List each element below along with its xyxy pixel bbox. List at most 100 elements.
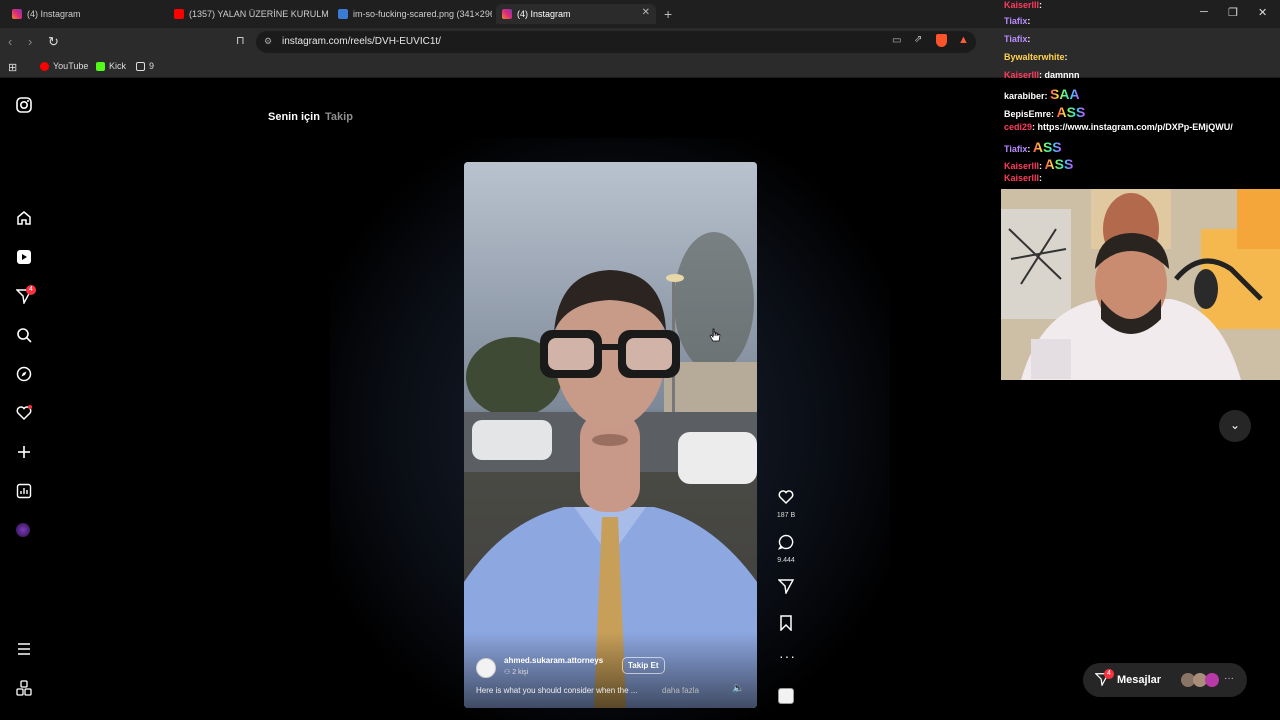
chat-message: Kaiserlll: — [1004, 173, 1042, 183]
like-button[interactable]: 187 B — [776, 489, 796, 519]
tab-instagram-active[interactable]: (4) Instagram ✕ — [496, 4, 656, 24]
bookmark-youtube[interactable]: YouTube — [40, 61, 88, 71]
kick-icon — [96, 61, 105, 71]
messages-badge: 4 — [1104, 669, 1114, 679]
chat-message: cedi29: https://www.instagram.com/p/DXPp… — [1004, 122, 1233, 132]
image-icon — [338, 9, 348, 19]
chevron-down-icon: ⌄ — [1229, 418, 1241, 432]
streamer-webcam — [1001, 189, 1280, 380]
youtube-icon — [40, 61, 49, 71]
bookmark-label: Kick — [109, 61, 127, 71]
brave-shield-icon[interactable] — [936, 34, 947, 47]
create-icon[interactable] — [16, 444, 32, 460]
heart-icon — [778, 490, 794, 505]
tab-youtube[interactable]: (1357) YALAN ÜZERİNE KURULMUŞ — [168, 4, 328, 24]
chat-message: Tiafix: ASS — [1004, 139, 1062, 155]
reel-video[interactable]: ahmed.sukaram.attorneys ⚇ 2 kişi Takip E… — [464, 162, 757, 708]
chat-message: Tiafix: — [1004, 34, 1030, 44]
tab-following[interactable]: Takip — [325, 111, 353, 123]
tab-instagram-1[interactable]: (4) Instagram — [6, 4, 166, 24]
audio-thumbnail[interactable] — [778, 688, 794, 704]
tab-label: (4) Instagram — [27, 9, 81, 19]
follow-button[interactable]: Takip Et — [622, 657, 665, 674]
chat-username: karabiber — [1004, 91, 1045, 101]
forward-icon[interactable]: › — [28, 34, 32, 49]
folder-icon — [136, 61, 145, 71]
comment-button[interactable]: 9.444 — [776, 534, 796, 564]
chat-username: cedi29 — [1004, 122, 1033, 132]
chat-message: Kaiserlll: — [1004, 0, 1042, 10]
tab-for-you[interactable]: Senin için — [268, 111, 320, 123]
share-icon[interactable] — [778, 578, 794, 594]
save-icon[interactable] — [779, 615, 793, 631]
volume-icon[interactable]: 🔈 — [732, 683, 744, 694]
chat-separator: : — [1027, 34, 1031, 44]
tab-gif[interactable]: im-so-fucking-scared.png (341×296) — [332, 4, 492, 24]
chat-username: Kaiserlll — [1004, 0, 1040, 10]
bookmark-kick[interactable]: Kick — [96, 61, 126, 71]
bookmark-icon[interactable]: ⊓ — [236, 34, 245, 47]
chat-message: Kaiserlll: ASS — [1004, 156, 1073, 172]
apps-icon[interactable]: ⊞ — [8, 61, 17, 74]
instagram-icon — [12, 9, 22, 19]
chat-separator: : — [1039, 173, 1043, 183]
chat-message: Bywalterwhite: — [1004, 52, 1068, 62]
install-icon[interactable]: ▭ — [892, 35, 901, 46]
author-avatar[interactable] — [476, 658, 496, 678]
chat-username: Tiafix — [1004, 16, 1028, 26]
instagram-logo-icon[interactable] — [16, 97, 32, 113]
chat-separator: : — [1064, 52, 1068, 62]
reels-icon[interactable] — [16, 249, 32, 265]
webcam-frame — [1001, 189, 1280, 380]
chat-message: karabiber: SAA — [1004, 86, 1080, 102]
search-icon[interactable] — [16, 327, 32, 343]
also-from-meta-icon[interactable] — [16, 680, 32, 696]
next-reel-button[interactable]: ⌄ — [1219, 410, 1251, 442]
chat-username: Kaiserlll — [1004, 70, 1040, 80]
avatar — [1205, 673, 1219, 687]
reload-icon[interactable]: ↻ — [48, 34, 59, 50]
more-icon: ··· — [1224, 673, 1234, 684]
site-settings-icon[interactable]: ⚙ — [264, 36, 272, 47]
comment-icon — [777, 534, 794, 550]
reel-video-frame — [464, 162, 757, 708]
comment-count: 9.444 — [777, 557, 795, 564]
more-link[interactable]: daha fazla — [662, 686, 699, 695]
heart-icon[interactable] — [16, 405, 32, 421]
explore-icon[interactable] — [16, 366, 32, 382]
reel-caption: Here is what you should consider when th… — [476, 686, 638, 695]
notification-badge: 4 — [26, 285, 36, 295]
tab-label: im-so-fucking-scared.png (341×296) — [353, 9, 492, 19]
chat-username: Tiafix — [1004, 34, 1028, 44]
bookmark-folder[interactable]: 9 — [136, 61, 154, 71]
more-options-icon[interactable]: ··· — [779, 648, 796, 664]
new-tab-button[interactable]: + — [664, 6, 672, 22]
chat-text: https://www.instagram.com/p/DXPp-EMjQWU/ — [1037, 122, 1233, 132]
share-icon[interactable]: ⇗ — [914, 34, 922, 45]
profile-avatar-icon[interactable] — [16, 523, 30, 537]
followers-text: 2 kişi — [512, 669, 529, 676]
tab-label: (1357) YALAN ÜZERİNE KURULMUŞ — [189, 9, 328, 19]
brave-rewards-icon[interactable]: ▲ — [958, 34, 969, 46]
author-username[interactable]: ahmed.sukaram.attorneys — [504, 656, 603, 665]
address-bar[interactable]: ⚙ instagram.com/reels/DVH-EUVIC1t/ ▭ ⇗ ▲ — [256, 31, 976, 53]
close-icon[interactable]: ✕ — [642, 7, 650, 18]
url-text: instagram.com/reels/DVH-EUVIC1t/ — [282, 36, 441, 47]
chat-emote: ASS — [1032, 139, 1062, 155]
author-followers: ⚇ 2 kişi — [504, 668, 528, 676]
back-icon[interactable]: ‹ — [8, 34, 12, 49]
home-icon[interactable] — [16, 210, 32, 226]
chat-message: BepisEmre: ASS — [1004, 104, 1085, 120]
chat-separator: : — [1027, 16, 1031, 26]
chat-message: Tiafix: — [1004, 16, 1030, 26]
chat-emote: SAA — [1050, 86, 1080, 102]
dashboard-icon[interactable] — [16, 483, 32, 499]
chat-emote: ASS — [1044, 156, 1074, 172]
messages-button[interactable]: 4 Mesajlar ··· — [1083, 663, 1247, 697]
youtube-icon — [174, 9, 184, 19]
bookmark-label: YouTube — [53, 61, 89, 71]
hand-cursor-icon — [709, 328, 721, 342]
chat-username: BepisEmre — [1004, 109, 1052, 119]
menu-icon[interactable] — [16, 641, 32, 657]
chat-text: damnnn — [1044, 70, 1080, 80]
